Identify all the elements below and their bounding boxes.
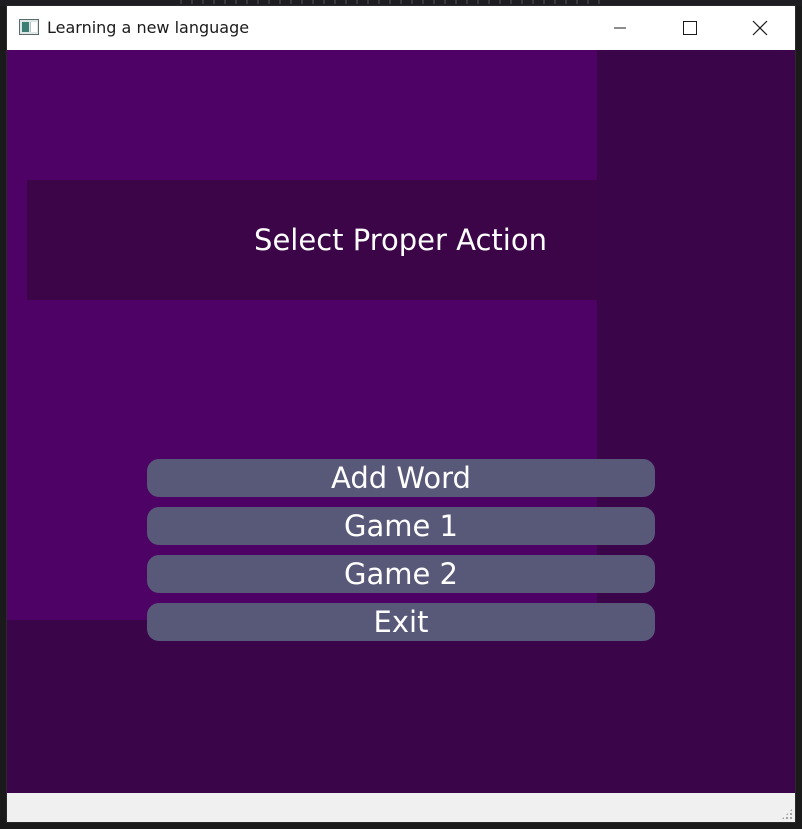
close-button[interactable] xyxy=(725,6,795,50)
title-bar[interactable]: Learning a new language xyxy=(7,6,795,50)
resize-grip-icon[interactable] xyxy=(781,808,793,820)
exit-button[interactable]: Exit xyxy=(147,603,655,641)
main-content: Select Proper Action Add Word Game 1 Gam… xyxy=(7,50,795,793)
action-menu: Add Word Game 1 Game 2 Exit xyxy=(147,459,655,651)
game-1-button[interactable]: Game 1 xyxy=(147,507,655,545)
minimize-button[interactable] xyxy=(585,6,655,50)
close-icon xyxy=(752,20,768,36)
window-title: Learning a new language xyxy=(47,18,250,37)
status-bar xyxy=(7,793,795,822)
maximize-button[interactable] xyxy=(655,6,725,50)
maximize-icon xyxy=(683,21,697,35)
app-icon xyxy=(19,19,39,35)
minimize-icon xyxy=(614,27,626,29)
page-title: Select Proper Action xyxy=(254,223,547,257)
app-window: Learning a new language Select Proper Ac… xyxy=(7,6,795,822)
add-word-button[interactable]: Add Word xyxy=(147,459,655,497)
game-2-button[interactable]: Game 2 xyxy=(147,555,655,593)
